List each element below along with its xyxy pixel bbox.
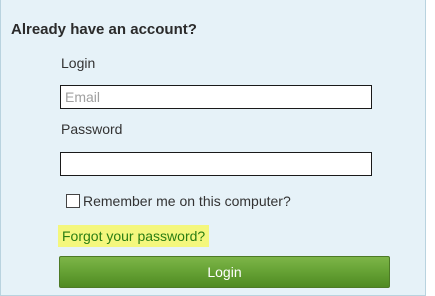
remember-me-checkbox[interactable] bbox=[66, 194, 80, 208]
section-heading: Already have an account? bbox=[11, 21, 197, 38]
login-button[interactable]: Login bbox=[59, 256, 390, 288]
email-field[interactable] bbox=[60, 85, 372, 109]
password-field[interactable] bbox=[60, 152, 372, 176]
forgot-password-link[interactable]: Forgot your password? bbox=[58, 225, 210, 247]
login-label: Login bbox=[61, 55, 96, 71]
remember-me-label[interactable]: Remember me on this computer? bbox=[83, 193, 291, 209]
login-panel: Already have an account? Login Password … bbox=[0, 0, 426, 296]
password-label: Password bbox=[61, 121, 123, 137]
remember-me-row[interactable]: Remember me on this computer? bbox=[66, 192, 291, 210]
